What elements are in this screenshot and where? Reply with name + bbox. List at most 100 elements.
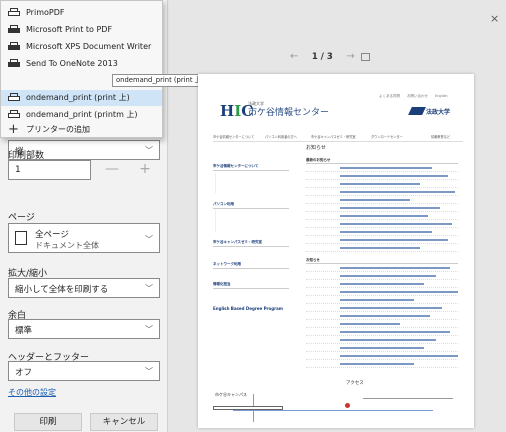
next-page-button[interactable]: → <box>346 51 354 62</box>
news-row-text <box>340 307 442 309</box>
printer-item-xps-writer[interactable]: Microsoft XPS Document Writer <box>1 39 162 55</box>
news-row <box>306 362 458 368</box>
news-row-text <box>340 299 414 301</box>
printer-icon <box>8 93 20 103</box>
news-row-text <box>340 283 424 285</box>
news-row-text <box>340 167 432 169</box>
news-row-text <box>340 191 455 193</box>
printer-item-label: ondemand_print (print 上) <box>26 93 130 102</box>
printer-item-label: Microsoft Print to PDF <box>26 25 113 34</box>
scale-select[interactable]: 縮小して全体を印刷する ﹀ <box>8 278 160 298</box>
ebp-link: English Based Degree Program <box>213 306 283 311</box>
chevron-down-icon: ﹀ <box>145 235 153 244</box>
news-row <box>306 346 458 352</box>
printer-icon <box>8 42 20 52</box>
printer-icon <box>8 25 20 35</box>
news-row-text <box>340 239 448 241</box>
university-logo-mark <box>408 107 426 115</box>
news-row <box>306 222 458 228</box>
news-row <box>306 266 458 272</box>
news-row-text <box>340 207 440 209</box>
news-row <box>306 174 458 180</box>
pages-sub: ドキュメント全体 <box>35 241 99 250</box>
page-indicator: 1 / 3 <box>311 52 333 62</box>
sidebar-item <box>215 210 275 232</box>
more-settings-link[interactable]: その他の設定 <box>8 387 56 398</box>
printer-tooltip: ondemand_print (print 上) <box>112 74 209 87</box>
copies-input[interactable]: 1 <box>8 160 91 180</box>
printer-item-label: Microsoft XPS Document Writer <box>26 42 152 51</box>
map-pin-icon <box>345 403 350 408</box>
header-footer-select[interactable]: オフ ﹀ <box>8 361 160 381</box>
news-row <box>306 314 458 320</box>
news-row <box>306 198 458 204</box>
news-row <box>306 290 458 296</box>
news-row-text <box>340 339 436 341</box>
logo-name: 市ケ谷情報センター <box>248 108 330 118</box>
news-row-text <box>340 291 458 293</box>
printer-icon <box>8 110 20 120</box>
sidebar-item <box>215 173 275 193</box>
page-nav-item: ダウンロードセンター <box>371 135 403 139</box>
pages-select[interactable]: 全ページ ドキュメント全体 ﹀ <box>8 223 160 253</box>
prev-page-button[interactable]: ← <box>290 51 298 62</box>
chevron-down-icon: ﹀ <box>145 146 153 155</box>
news-row <box>306 246 458 252</box>
events-section-heading: お知らせ <box>306 258 458 264</box>
sidebar-heading: パソコン利用 <box>213 202 289 209</box>
sidebar-heading: 市ケ谷情報センターについて <box>213 164 289 171</box>
decrement-button[interactable]: — <box>97 160 127 180</box>
news-row <box>306 322 458 328</box>
campus-map: 市ケ谷キャンパス <box>213 390 459 424</box>
printer-item-microsoft-print-to-pdf[interactable]: Microsoft Print to PDF <box>1 22 162 38</box>
plus-icon: + <box>8 122 19 137</box>
news-row-text <box>340 275 436 277</box>
sidebar-heading: 情報化担当 <box>213 282 289 289</box>
map-road <box>233 410 433 411</box>
university-name: 法政大学 <box>426 109 451 116</box>
print-preview-page: よくある質問 お問い合わせ English HIC 法政大学 市ケ谷情報センター… <box>198 74 474 428</box>
news-row-text <box>340 355 458 357</box>
print-button[interactable]: 印刷 <box>14 413 82 431</box>
map-label: 市ケ谷キャンパス <box>215 392 247 397</box>
close-icon[interactable]: × <box>490 12 499 25</box>
increment-button[interactable]: + <box>130 160 160 180</box>
page-nav-item: 情報教育など <box>431 135 451 139</box>
news-row-text <box>340 215 428 217</box>
printer-item-label: Send To OneNote 2013 <box>26 59 118 68</box>
page-nav-item: 市ケ谷情報センターについて <box>213 135 255 139</box>
printer-item-label: ondemand_print (printm 上) <box>26 110 138 119</box>
printer-item-ondemand-print[interactable]: ondemand_print (print 上) <box>1 90 162 106</box>
news-row-text <box>340 223 452 225</box>
page-navbar: 市ケ谷情報センターについて パソコン利用者の方へ 市ケ谷キャンパスゼミ・研究室 … <box>213 134 463 142</box>
pages-value: 全ページ <box>35 230 69 240</box>
sidebar-heading: ネットワーク利用 <box>213 262 289 269</box>
printer-item-label: PrimoPDF <box>26 8 65 17</box>
news-row <box>306 230 458 236</box>
news-row-text <box>340 315 430 317</box>
news-row-text <box>340 323 400 325</box>
news-row <box>306 206 458 212</box>
printer-dropdown-menu: PrimoPDF Microsoft Print to PDF Microsof… <box>0 0 163 138</box>
fit-page-icon[interactable] <box>361 52 371 61</box>
chevron-down-icon: ﹀ <box>145 367 153 376</box>
news-row-text <box>340 347 424 349</box>
printer-item-primopdf[interactable]: PrimoPDF <box>1 5 162 21</box>
news-row-text <box>340 175 448 177</box>
printer-item-ondemand-printm[interactable]: ondemand_print (printm 上) <box>1 107 162 123</box>
page-nav-item: パソコン利用者の方へ <box>265 135 297 139</box>
printer-item-onenote[interactable]: Send To OneNote 2013 <box>1 56 162 72</box>
news-row-text <box>340 247 420 249</box>
news-section-heading: 最新のお知らせ <box>306 158 458 164</box>
page-header-links: よくある質問 お問い合わせ English <box>379 94 448 98</box>
news-row <box>306 282 458 288</box>
sidebar-heading: 市ケ谷キャンパスゼミ・研究室 <box>213 240 289 247</box>
margins-value: 標準 <box>15 326 33 336</box>
add-printer-item[interactable]: + プリンターの追加 <box>1 122 162 138</box>
cancel-button[interactable]: キャンセル <box>90 413 158 431</box>
header-footer-value: オフ <box>15 368 33 378</box>
printer-icon <box>8 8 20 18</box>
chevron-down-icon: ﹀ <box>145 325 153 334</box>
margins-select[interactable]: 標準 ﹀ <box>8 319 160 339</box>
news-row <box>306 190 458 196</box>
